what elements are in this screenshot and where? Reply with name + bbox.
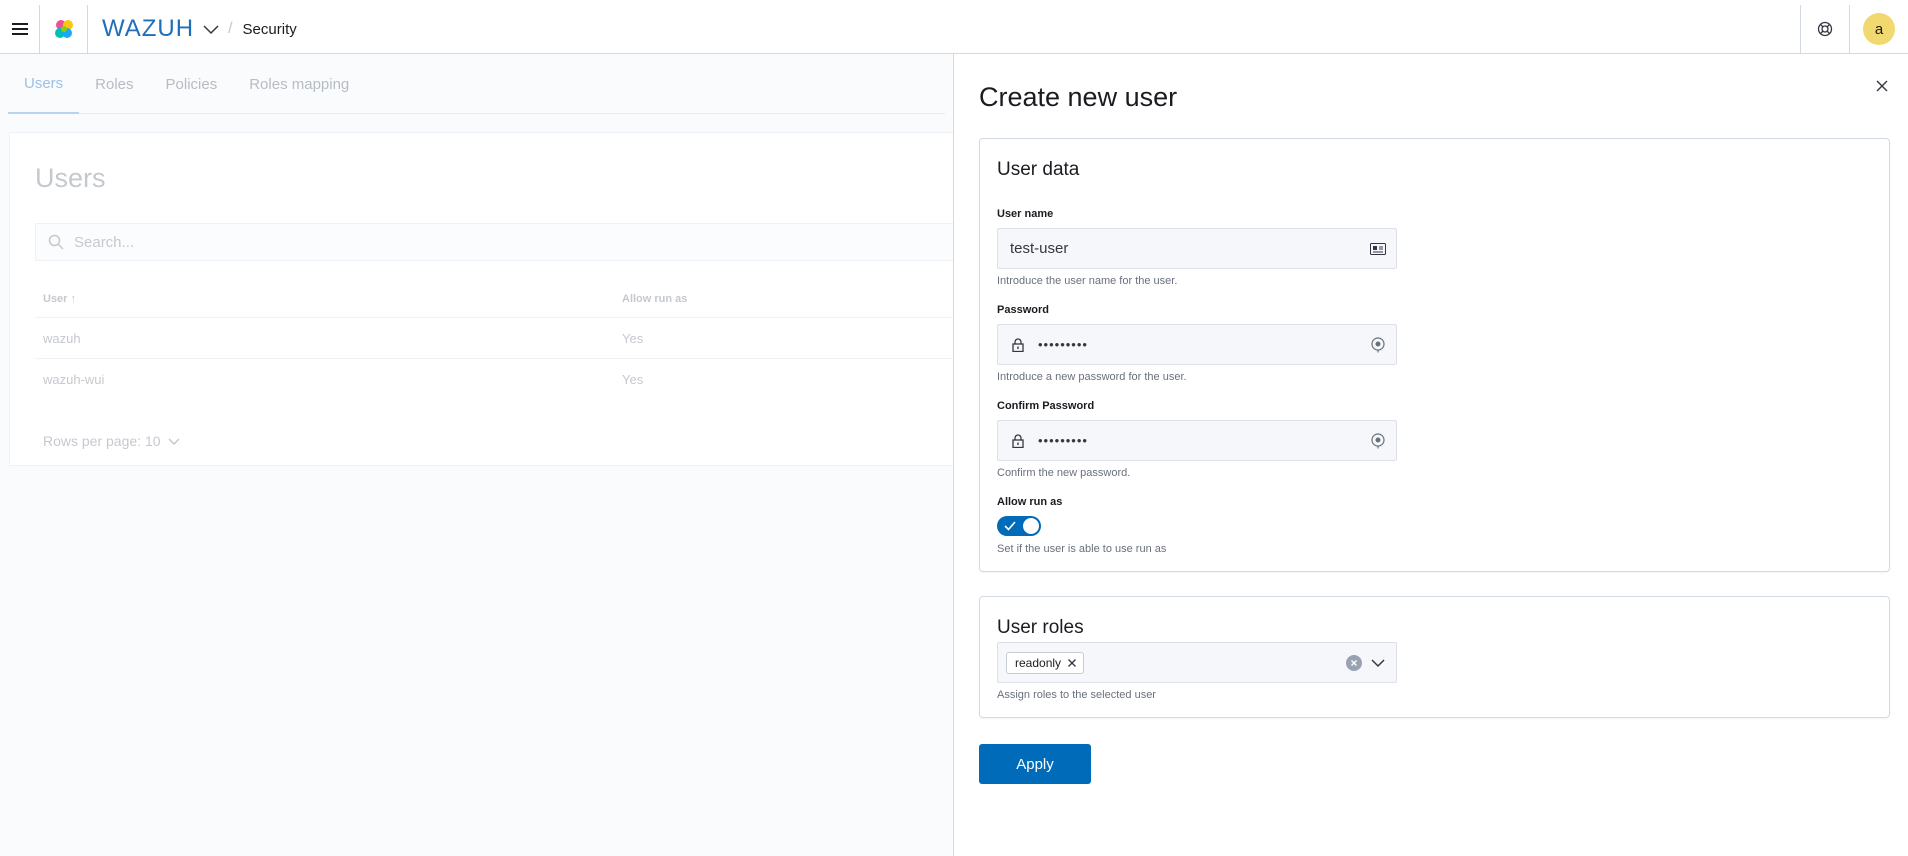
- show-password-icon[interactable]: [1360, 432, 1396, 449]
- app-brand: WAZUH / Security: [88, 5, 1908, 53]
- cell-user: wazuh: [43, 331, 81, 346]
- confirm-password-field[interactable]: [997, 420, 1397, 461]
- rows-per-page[interactable]: Rows per page: 10: [43, 433, 181, 449]
- sort-up-icon: ↑: [70, 293, 77, 305]
- search-placeholder: Search...: [74, 233, 135, 251]
- tab-roles-mapping[interactable]: Roles mapping: [233, 54, 365, 114]
- clear-selection-icon[interactable]: [1346, 655, 1362, 671]
- password-field[interactable]: [997, 324, 1397, 365]
- password-input[interactable]: [1038, 325, 1360, 364]
- opensearch-logo-icon: [54, 20, 73, 38]
- tab-policies[interactable]: Policies: [150, 54, 234, 114]
- check-icon: [1004, 521, 1016, 531]
- column-header-user[interactable]: User ↑: [43, 293, 76, 305]
- close-button[interactable]: [1870, 74, 1894, 98]
- tab-users[interactable]: Users: [8, 54, 80, 114]
- security-page-background: Users Roles Policies Roles mapping Users…: [0, 54, 955, 856]
- user-roles-card: User roles readonly Assign roles to the …: [979, 596, 1890, 718]
- role-pill-readonly: readonly: [1006, 651, 1085, 674]
- table-row[interactable]: wazuh-wui Yes: [35, 358, 955, 399]
- roles-combobox[interactable]: readonly: [997, 642, 1397, 683]
- username-input[interactable]: [1010, 229, 1360, 268]
- cell-allow-run-as: Yes: [622, 372, 644, 387]
- apply-button[interactable]: Apply: [979, 744, 1091, 784]
- allow-run-as-help: Set if the user is able to use run as: [997, 543, 1167, 555]
- tab-roles[interactable]: Roles: [79, 54, 149, 114]
- users-panel-title: Users: [35, 163, 106, 193]
- username-help: Introduce the user name for the user.: [997, 275, 1178, 287]
- security-tabs: Users Roles Policies Roles mapping: [8, 54, 945, 114]
- top-header: WAZUH / Security a: [0, 0, 1908, 54]
- username-label: User name: [997, 208, 1054, 220]
- chevron-down-icon: [168, 438, 180, 446]
- user-menu[interactable]: a: [1850, 5, 1908, 53]
- search-icon: [48, 234, 64, 250]
- flyout-title: Create new user: [979, 82, 1178, 112]
- breadcrumb-security: Security: [242, 20, 297, 38]
- user-data-title: User data: [997, 159, 1080, 180]
- confirm-password-label: Confirm Password: [997, 400, 1095, 412]
- help-button[interactable]: [1800, 5, 1850, 53]
- user-roles-help: Assign roles to the selected user: [997, 689, 1156, 701]
- confirm-password-input[interactable]: [1038, 421, 1360, 460]
- breadcrumb-separator: /: [228, 20, 233, 37]
- cell-user: wazuh-wui: [43, 372, 105, 387]
- hamburger-icon: [11, 23, 28, 35]
- home-logo[interactable]: [40, 5, 88, 53]
- allow-run-as-switch[interactable]: [997, 516, 1041, 536]
- switch-knob: [1022, 517, 1040, 535]
- show-password-icon[interactable]: [1360, 336, 1396, 353]
- help-lifebuoy-icon: [1817, 21, 1833, 37]
- column-header-allow-run-as[interactable]: Allow run as: [622, 293, 687, 305]
- cell-allow-run-as: Yes: [622, 331, 644, 346]
- user-roles-title: User roles: [997, 617, 1084, 638]
- allow-run-as-label: Allow run as: [997, 496, 1063, 508]
- chevron-down-icon[interactable]: [202, 20, 220, 38]
- password-help: Introduce a new password for the user.: [997, 371, 1187, 383]
- user-data-card: User data User name Introduce the user n…: [979, 138, 1890, 572]
- users-search[interactable]: Search...: [35, 223, 955, 261]
- wazuh-brand[interactable]: WAZUH: [102, 15, 194, 43]
- chevron-down-icon[interactable]: [1370, 655, 1386, 671]
- menu-button[interactable]: [0, 5, 40, 53]
- lock-icon: [998, 433, 1038, 448]
- close-icon: [1876, 80, 1888, 92]
- lock-icon: [998, 337, 1038, 352]
- table-row[interactable]: wazuh Yes: [35, 317, 955, 358]
- confirm-password-help: Confirm the new password.: [997, 467, 1131, 479]
- remove-pill-icon[interactable]: [1067, 658, 1077, 668]
- create-user-flyout: Create new user User data User name Intr…: [953, 54, 1908, 856]
- role-pill-label: readonly: [1015, 655, 1062, 670]
- avatar[interactable]: a: [1863, 13, 1895, 45]
- user-card-icon: [1360, 242, 1396, 255]
- password-label: Password: [997, 304, 1049, 316]
- username-field[interactable]: [997, 228, 1397, 269]
- users-panel: Users Search... User ↑ Allow run as wazu…: [9, 132, 955, 466]
